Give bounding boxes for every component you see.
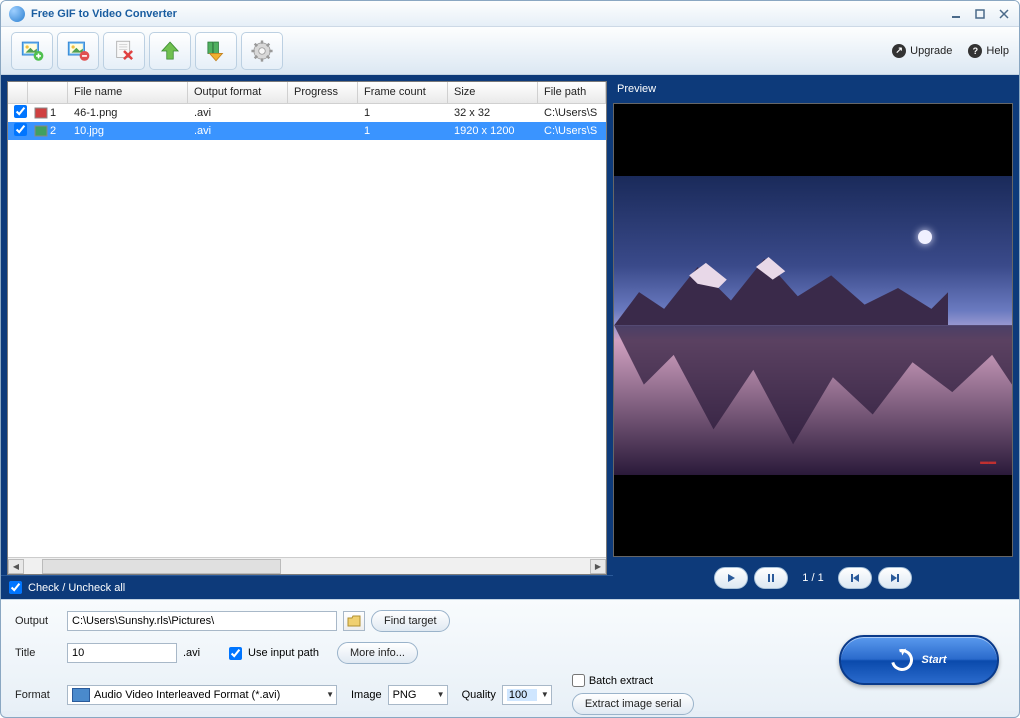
check-all-strip: Check / Uncheck all xyxy=(1,575,613,599)
output-path-input[interactable] xyxy=(67,611,337,631)
preview-box: ▬▬ xyxy=(613,103,1013,557)
clear-list-button[interactable] xyxy=(103,32,145,70)
col-frame-count[interactable]: Frame count xyxy=(358,82,448,103)
avi-format-icon xyxy=(72,688,90,702)
table-row[interactable]: 210.jpg.avi11920 x 1200C:\Users\S xyxy=(8,122,606,140)
col-file-path[interactable]: File path xyxy=(538,82,606,103)
batch-extract-checkbox[interactable] xyxy=(572,674,585,687)
title-input[interactable] xyxy=(67,643,177,663)
help-link[interactable]: ? Help xyxy=(968,44,1009,58)
use-input-path-checkbox[interactable] xyxy=(229,647,242,660)
more-info-button[interactable]: More info... xyxy=(337,642,418,664)
check-all-label: Check / Uncheck all xyxy=(28,582,125,594)
list-body[interactable]: 146-1.png.avi132 x 32C:\Users\S210.jpg.a… xyxy=(8,104,606,557)
browse-output-button[interactable] xyxy=(343,611,365,631)
pause-button[interactable] xyxy=(754,567,788,589)
app-window: Free GIF to Video Converter ↗ xyxy=(0,0,1020,718)
col-output-format[interactable]: Output format xyxy=(188,82,288,103)
format-combo[interactable]: Audio Video Interleaved Format (*.avi) ▼ xyxy=(67,685,337,705)
titlebar: Free GIF to Video Converter xyxy=(1,1,1019,27)
format-value: Audio Video Interleaved Format (*.avi) xyxy=(94,689,322,701)
play-button[interactable] xyxy=(714,567,748,589)
find-target-button[interactable]: Find target xyxy=(371,610,450,632)
upgrade-icon: ↗ xyxy=(892,44,906,58)
start-label: Start xyxy=(921,654,946,666)
settings-button[interactable] xyxy=(241,32,283,70)
app-icon xyxy=(9,6,25,22)
horizontal-scrollbar[interactable]: ◀ ▶ xyxy=(8,557,606,574)
format-label: Format xyxy=(15,689,61,701)
upgrade-label: Upgrade xyxy=(910,45,952,57)
toolbar: ↗ Upgrade ? Help xyxy=(1,27,1019,75)
chevron-down-icon: ▼ xyxy=(541,690,549,699)
maximize-button[interactable] xyxy=(973,7,987,21)
file-list: File name Output format Progress Frame c… xyxy=(7,81,607,575)
help-label: Help xyxy=(986,45,1009,57)
quality-value: 100 xyxy=(507,689,537,701)
check-all-checkbox[interactable] xyxy=(9,581,22,594)
row-checkbox[interactable] xyxy=(14,123,27,136)
play-controls: 1 / 1 xyxy=(613,563,1013,593)
batch-extract-label: Batch extract xyxy=(589,675,653,687)
col-filename[interactable]: File name xyxy=(68,82,188,103)
start-icon xyxy=(887,645,917,675)
frame-counter: 1 / 1 xyxy=(802,572,823,584)
minimize-button[interactable] xyxy=(949,7,963,21)
use-input-path-label: Use input path xyxy=(248,647,319,659)
main-area: File name Output format Progress Frame c… xyxy=(1,75,1019,599)
image-label: Image xyxy=(351,689,382,701)
row-checkbox[interactable] xyxy=(14,105,27,118)
preview-panel: Preview ▬▬ 1 / 1 xyxy=(613,81,1013,593)
bottom-panel: Output Find target Title .avi Use input … xyxy=(1,599,1019,711)
image-value: PNG xyxy=(393,689,433,701)
extract-image-serial-button[interactable]: Extract image serial xyxy=(572,693,695,715)
app-title: Free GIF to Video Converter xyxy=(31,8,949,20)
close-button[interactable] xyxy=(997,7,1011,21)
remove-file-button[interactable] xyxy=(57,32,99,70)
title-label: Title xyxy=(15,647,61,659)
chevron-down-icon: ▼ xyxy=(437,690,445,699)
list-header: File name Output format Progress Frame c… xyxy=(8,82,606,104)
image-format-combo[interactable]: PNG ▼ xyxy=(388,685,448,705)
preview-image xyxy=(614,176,1012,474)
col-size[interactable]: Size xyxy=(448,82,538,103)
title-ext: .avi xyxy=(183,647,223,659)
move-down-button[interactable] xyxy=(195,32,237,70)
prev-frame-button[interactable] xyxy=(838,567,872,589)
output-label: Output xyxy=(15,615,61,627)
quality-label: Quality xyxy=(462,689,496,701)
preview-label: Preview xyxy=(613,81,1013,97)
chevron-down-icon: ▼ xyxy=(326,690,334,699)
upgrade-link[interactable]: ↗ Upgrade xyxy=(892,44,952,58)
help-icon: ? xyxy=(968,44,982,58)
table-row[interactable]: 146-1.png.avi132 x 32C:\Users\S xyxy=(8,104,606,122)
quality-combo[interactable]: 100 ▼ xyxy=(502,685,552,705)
next-frame-button[interactable] xyxy=(878,567,912,589)
col-progress[interactable]: Progress xyxy=(288,82,358,103)
move-up-button[interactable] xyxy=(149,32,191,70)
add-file-button[interactable] xyxy=(11,32,53,70)
start-button[interactable]: Start xyxy=(839,635,999,685)
watermark: ▬▬ xyxy=(980,457,996,466)
